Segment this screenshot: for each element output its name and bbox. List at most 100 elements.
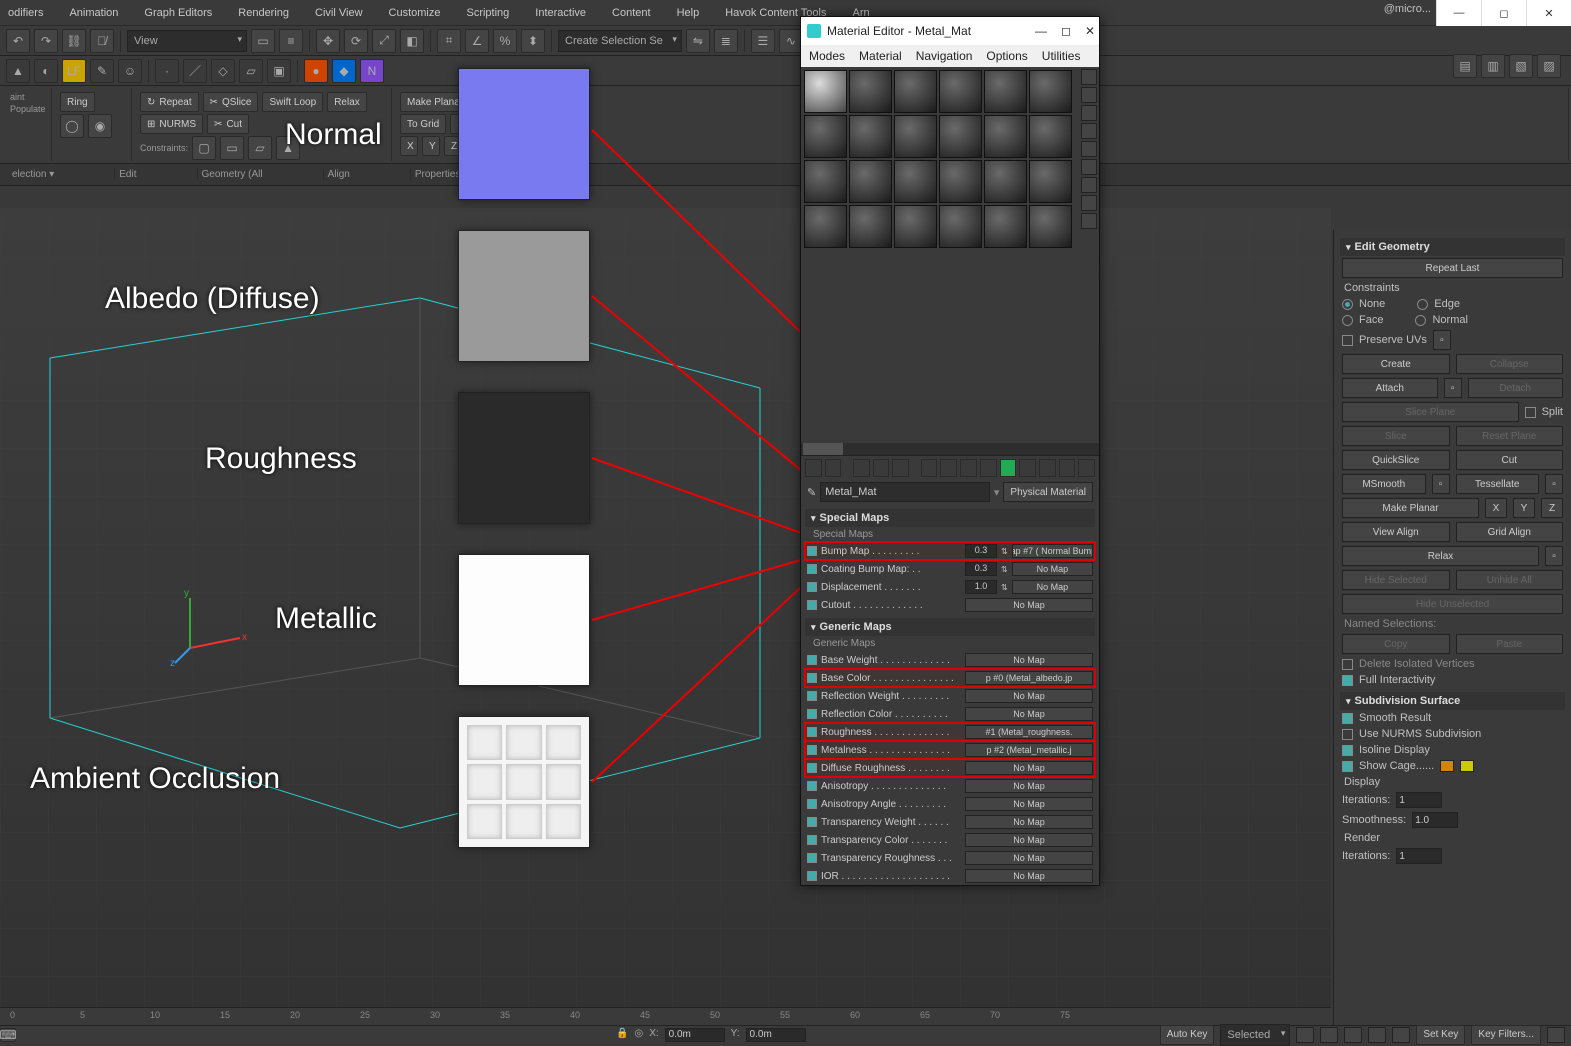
rotate-icon[interactable]: ⟳ — [344, 29, 368, 53]
menu-interactive[interactable]: Interactive — [531, 5, 590, 21]
planar-z2-button[interactable]: Z — [1541, 498, 1563, 518]
cage-color-1[interactable] — [1440, 760, 1454, 772]
go-parent-icon[interactable] — [1039, 459, 1056, 477]
constraint-none-radio[interactable] — [1342, 299, 1353, 310]
delete-icon[interactable] — [892, 459, 909, 477]
slice-button[interactable]: Slice — [1342, 426, 1450, 446]
map-slot-button[interactable]: No Map — [965, 653, 1093, 667]
map-enable-checkbox[interactable] — [807, 564, 817, 574]
mirror-icon[interactable]: ⇋ — [686, 29, 710, 53]
hide-unselected-button[interactable]: Hide Unselected — [1342, 594, 1563, 614]
map-enable-checkbox[interactable] — [807, 817, 817, 827]
tessellate-settings-button[interactable]: ▫ — [1545, 474, 1563, 494]
script-listener-icon[interactable]: ⌨ — [0, 1028, 16, 1042]
poly-model-icon[interactable]: ▲ — [6, 59, 30, 83]
mat-minimize-icon[interactable]: — — [1035, 24, 1047, 38]
cage-color-2[interactable] — [1460, 760, 1474, 772]
collapse-button[interactable]: Collapse — [1456, 354, 1564, 374]
show-cage-checkbox[interactable] — [1342, 761, 1353, 772]
material-sample-slot[interactable] — [1029, 70, 1072, 113]
reset-map-icon[interactable] — [873, 459, 890, 477]
constraint-normal-radio[interactable] — [1415, 315, 1426, 326]
material-sample-slot[interactable] — [939, 205, 982, 248]
select-name-icon[interactable]: ≡ — [279, 29, 303, 53]
map-enable-checkbox[interactable] — [807, 799, 817, 809]
setkey-button[interactable]: Set Key — [1416, 1025, 1465, 1045]
menu-modifiers[interactable]: odifiers — [4, 5, 47, 21]
material-sample-slot[interactable] — [849, 160, 892, 203]
map-slot-button[interactable]: No Map — [965, 851, 1093, 865]
eyedropper-icon[interactable]: ✎ — [807, 486, 816, 499]
freeform-icon[interactable]: ◐ — [34, 59, 58, 83]
edge-icon[interactable]: ／ — [183, 59, 207, 83]
map-slot-button[interactable]: No Map — [965, 779, 1093, 793]
video-check-icon[interactable] — [1081, 141, 1097, 157]
delete-iso-checkbox[interactable] — [1342, 659, 1353, 670]
window-minimize-icon[interactable]: — — [1436, 0, 1481, 26]
split-checkbox[interactable] — [1525, 407, 1536, 418]
quickslice-button[interactable]: QuickSlice — [1342, 450, 1450, 470]
preserve-uvs-checkbox[interactable] — [1342, 335, 1353, 346]
iterations-spinner[interactable] — [1396, 792, 1442, 808]
menu-graph-editors[interactable]: Graph Editors — [140, 5, 216, 21]
selection-filter-combo[interactable]: View — [127, 30, 247, 52]
prev-frame-icon[interactable] — [1320, 1027, 1338, 1043]
map-slot-button[interactable]: No Map — [965, 869, 1093, 883]
material-sample-slot[interactable] — [984, 115, 1027, 158]
create-button[interactable]: Create — [1342, 354, 1450, 374]
go-sibling-icon[interactable] — [1059, 459, 1076, 477]
map-enable-checkbox[interactable] — [807, 727, 817, 737]
mat-maximize-icon[interactable]: ◻ — [1061, 24, 1071, 38]
map-enable-checkbox[interactable] — [807, 853, 817, 863]
map-amount-spinner[interactable]: 0.3 — [965, 562, 997, 576]
map-enable-checkbox[interactable] — [807, 691, 817, 701]
unlink-icon[interactable]: ⛓̸ — [90, 29, 114, 53]
ring-button[interactable]: Ring — [60, 92, 95, 112]
goto-end-icon[interactable] — [1392, 1027, 1410, 1043]
undo-icon[interactable]: ↶ — [6, 29, 30, 53]
selection-icon[interactable]: LF — [62, 59, 86, 83]
constraint-edge-icon[interactable]: ▭ — [220, 136, 244, 160]
menu-scripting[interactable]: Scripting — [462, 5, 513, 21]
rollout-generic-maps[interactable]: Generic Maps — [805, 618, 1095, 636]
folder-icon[interactable]: ▧ — [1509, 54, 1533, 78]
unhide-all-button[interactable]: Unhide All — [1456, 570, 1564, 590]
viewport[interactable]: x y z — [0, 208, 1331, 1011]
map-enable-checkbox[interactable] — [807, 781, 817, 791]
percent-snap-icon[interactable]: % — [493, 29, 517, 53]
vertex-icon[interactable]: · — [155, 59, 179, 83]
keymode-combo[interactable]: Selected — [1220, 1024, 1290, 1046]
scale-icon[interactable]: ⤢ — [372, 29, 396, 53]
map-enable-checkbox[interactable] — [807, 655, 817, 665]
hide-selected-button[interactable]: Hide Selected — [1342, 570, 1450, 590]
put-to-scene-icon[interactable] — [825, 459, 842, 477]
footer-edit[interactable]: Edit — [115, 169, 197, 180]
window-maximize-icon[interactable]: ◻ — [1481, 0, 1526, 26]
layer-explorer-icon[interactable]: ▥ — [1481, 54, 1505, 78]
map-enable-checkbox[interactable] — [807, 763, 817, 773]
rollout-special-maps[interactable]: Special Maps — [805, 509, 1095, 527]
mat-menu-modes[interactable]: Modes — [809, 49, 845, 63]
r-iterations-spinner[interactable] — [1396, 848, 1442, 864]
msmooth-button[interactable]: MSmooth — [1342, 474, 1426, 494]
material-sample-slot[interactable] — [939, 115, 982, 158]
map-enable-checkbox[interactable] — [807, 871, 817, 881]
material-sample-slot[interactable] — [1029, 160, 1072, 203]
keyfilters-button[interactable]: Key Filters... — [1471, 1025, 1541, 1045]
mat-close-icon[interactable]: ✕ — [1085, 24, 1095, 38]
swiftloop-button[interactable]: Swift Loop — [262, 92, 323, 112]
map-slot-button[interactable]: p #0 (Metal_albedo.jp — [965, 671, 1093, 685]
map-slot-button[interactable]: No Map — [965, 761, 1093, 775]
cut-button-panel[interactable]: Cut — [1456, 450, 1564, 470]
background-icon[interactable] — [1081, 105, 1097, 121]
material-sample-slot[interactable] — [849, 115, 892, 158]
material-sample-slot[interactable] — [804, 70, 847, 113]
material-sample-slot[interactable] — [849, 70, 892, 113]
loop2-icon[interactable]: ◉ — [88, 114, 112, 138]
isoline-checkbox[interactable] — [1342, 745, 1353, 756]
attach-list-button[interactable]: ▫ — [1444, 378, 1462, 398]
angle-snap-icon[interactable]: ∠ — [465, 29, 489, 53]
slice-plane-button[interactable]: Slice Plane — [1342, 402, 1519, 422]
outliner-icon[interactable]: ▤ — [1453, 54, 1477, 78]
detach-button[interactable]: Detach — [1468, 378, 1564, 398]
